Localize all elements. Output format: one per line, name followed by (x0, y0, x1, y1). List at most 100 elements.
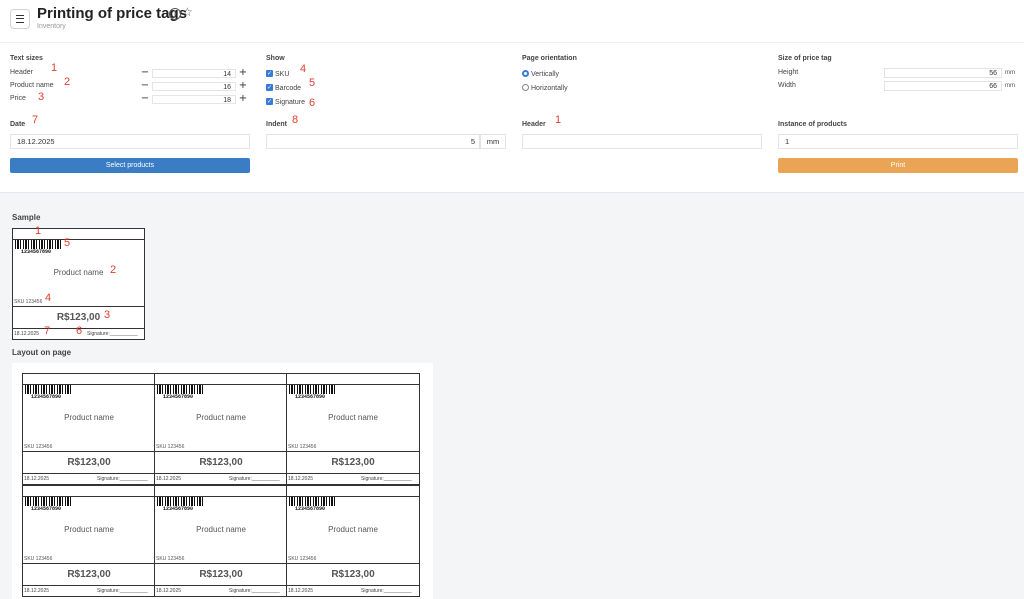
barcode-icon (157, 385, 203, 394)
divider (23, 563, 155, 564)
barcode-icon (289, 497, 335, 506)
barcode-checkbox[interactable]: ✓ (266, 84, 273, 91)
print-button[interactable]: Print (778, 158, 1018, 173)
barcode-icon (289, 385, 335, 394)
marker-4: 4 (45, 292, 52, 304)
header-field-label: Header (522, 121, 546, 128)
barcode-number: 1234567890 (21, 249, 52, 255)
divider (23, 585, 155, 586)
product-name: Product name (64, 525, 114, 534)
breadcrumb[interactable]: Inventory (37, 23, 66, 30)
decrement-button[interactable]: − (140, 94, 150, 104)
page-layout-preview: 1234567890 Product name SKU 123456 R$123… (12, 363, 433, 599)
hamburger-icon (16, 15, 24, 23)
show-label: Show (266, 55, 285, 62)
barcode-number: 1234567890 (295, 394, 326, 400)
instance-input[interactable]: 1 (778, 134, 1018, 149)
marker-2: 2 (64, 76, 71, 88)
divider (13, 306, 144, 307)
divider (23, 473, 155, 474)
signature-line: Signature:__________ (87, 331, 138, 337)
price-tag: 1234567890 Product name SKU 123456 R$123… (286, 373, 420, 485)
price-size-value[interactable]: 18 (152, 94, 236, 104)
instance-label: Instance of products (778, 121, 847, 128)
width-label: Width (778, 82, 796, 89)
height-input[interactable]: 56 (884, 68, 1002, 78)
decrement-button[interactable]: − (140, 81, 150, 91)
text-sizes-label: Text sizes (10, 55, 43, 62)
marker-5: 5 (309, 77, 316, 89)
date-text: 18.12.2025 (288, 588, 314, 594)
marker-1: 1 (555, 114, 562, 126)
sku-text: SKU 123456 (24, 556, 53, 562)
decrement-button[interactable]: − (140, 68, 150, 78)
divider (287, 585, 419, 586)
barcode-number: 1234567890 (163, 506, 194, 512)
barcode-number: 1234567890 (31, 394, 62, 400)
barcode-icon (25, 385, 71, 394)
price: R$123,00 (331, 457, 375, 468)
barcode-icon (25, 497, 71, 506)
product-name-size-value[interactable]: 16 (152, 81, 236, 91)
signature-checkbox[interactable]: ✓ (266, 98, 273, 105)
price-tag: 1234567890 Product name SKU 123456 R$123… (22, 485, 156, 597)
price: R$123,00 (199, 457, 243, 468)
price-size-label: Price (10, 95, 26, 102)
divider (155, 473, 287, 474)
marker-3: 3 (104, 309, 111, 321)
product-name: Product name (64, 413, 114, 422)
menu-button[interactable] (10, 9, 30, 29)
increment-button[interactable]: + (238, 94, 248, 104)
indent-input[interactable]: 5 (266, 134, 480, 149)
sku-text: SKU 123456 (288, 444, 317, 450)
horizontally-label[interactable]: Horizontally (531, 85, 568, 92)
date-text: 18.12.2025 (156, 476, 182, 482)
product-name: Product name (53, 268, 104, 277)
header-size-value[interactable]: 14 (152, 68, 236, 78)
barcode-icon (15, 240, 61, 249)
select-products-button[interactable]: Select products (10, 158, 250, 173)
price: R$123,00 (331, 569, 375, 580)
product-name: Product name (328, 525, 378, 534)
product-name-size-stepper: − 16 + (140, 81, 248, 91)
date-text: 18.12.2025 (24, 588, 50, 594)
marker-7: 7 (32, 114, 39, 126)
signature-line: Signature:__________ (361, 588, 412, 594)
date-input[interactable]: 18.12.2025 (10, 134, 250, 149)
price: R$123,00 (67, 569, 111, 580)
marker-3: 3 (38, 91, 45, 103)
divider (287, 451, 419, 452)
height-unit: mm (1005, 70, 1015, 76)
height-label: Height (778, 69, 799, 76)
divider (0, 42, 1024, 43)
sku-label[interactable]: SKU (275, 71, 289, 78)
sample-label: Sample (12, 213, 41, 222)
sku-checkbox[interactable]: ✓ (266, 70, 273, 77)
signature-line: Signature:__________ (229, 588, 280, 594)
product-name: Product name (196, 413, 246, 422)
increment-button[interactable]: + (238, 68, 248, 78)
sku-text: SKU 123456 (288, 556, 317, 562)
marker-1: 1 (51, 62, 58, 74)
header-input[interactable] (522, 134, 762, 149)
marker-5: 5 (64, 237, 71, 249)
barcode-number: 1234567890 (295, 506, 326, 512)
vertically-label[interactable]: Vertically (531, 71, 559, 78)
horizontally-radio[interactable] (522, 84, 529, 91)
price-tag: 1234567890 Product name SKU 123456 R$123… (154, 485, 288, 597)
star-icon[interactable]: ☆ (182, 5, 193, 19)
layout-label: Layout on page (12, 348, 72, 357)
barcode-label[interactable]: Barcode (275, 85, 301, 92)
info-icon[interactable]: i (169, 8, 181, 20)
marker-6: 6 (76, 325, 83, 337)
divider (155, 451, 287, 452)
signature-line: Signature:__________ (361, 476, 412, 482)
date-label: Date (10, 121, 26, 128)
price: R$123,00 (56, 312, 101, 323)
sample-price-tag: 1234567890 Product name SKU 123456 R$123… (12, 228, 145, 340)
vertically-radio[interactable] (522, 70, 529, 77)
increment-button[interactable]: + (238, 81, 248, 91)
width-input[interactable]: 66 (884, 81, 1002, 91)
sku-text: SKU 123456 (156, 444, 185, 450)
signature-label[interactable]: Signature (275, 99, 305, 106)
